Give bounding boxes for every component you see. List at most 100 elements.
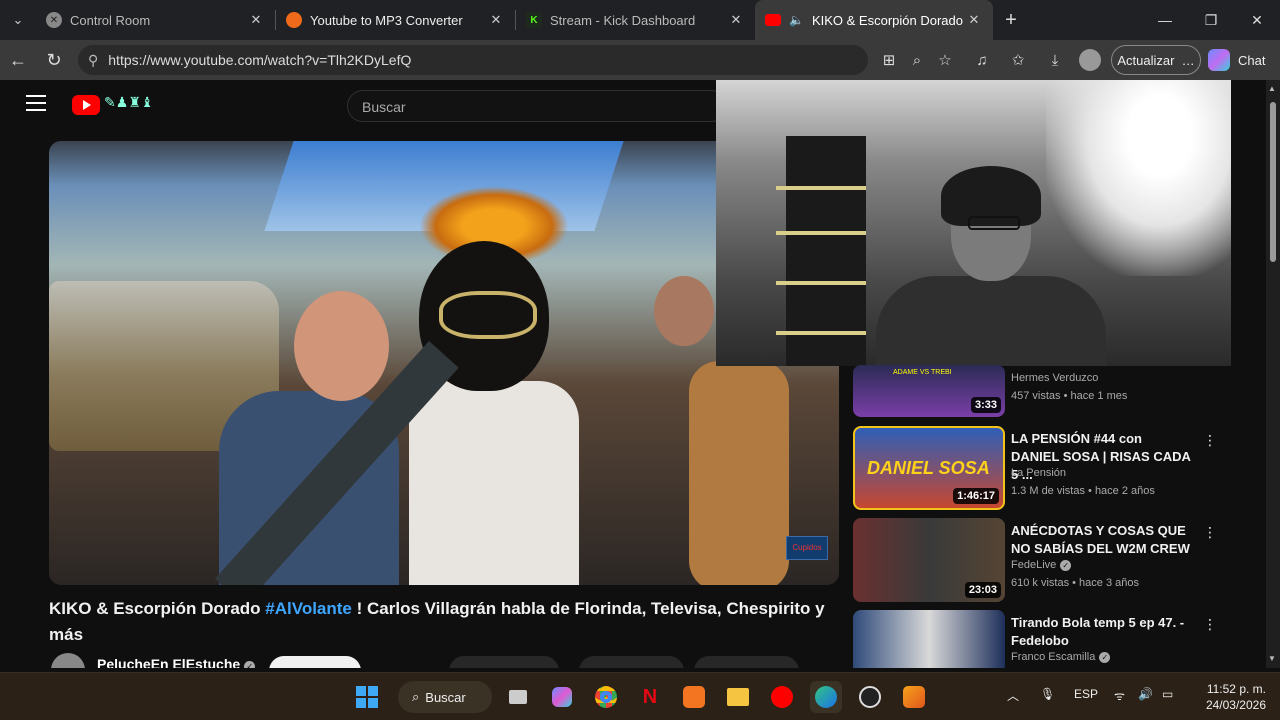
video-thumbnail[interactable]: ADAME VS TREBI 3:33 xyxy=(853,365,1005,417)
taskbar-search[interactable]: ⌕ Buscar xyxy=(398,681,492,713)
rec-channel[interactable]: FedeLive ✓ xyxy=(1011,559,1072,571)
edge-icon[interactable] xyxy=(810,681,842,713)
close-tab-icon[interactable]: ✕ xyxy=(247,12,265,28)
rec-meta: 457 vistas • hace 1 mes xyxy=(1011,390,1128,402)
copilot-app-icon[interactable] xyxy=(546,681,578,713)
extension-icon[interactable]: ♫ xyxy=(968,46,996,74)
search-icon: ⌕ xyxy=(412,689,420,704)
wrestler-shirt xyxy=(409,381,579,585)
wifi-icon[interactable]: ᯤ xyxy=(1114,687,1125,704)
obs-icon[interactable] xyxy=(854,681,886,713)
download-button[interactable] xyxy=(694,656,799,668)
new-tab-button[interactable]: + xyxy=(993,9,1029,32)
like-button[interactable] xyxy=(449,656,559,668)
site-info-icon[interactable]: ⚲ xyxy=(88,52,98,69)
more-options-icon[interactable]: ⋮ xyxy=(1203,616,1217,633)
update-button[interactable]: Actualizar … xyxy=(1111,45,1201,75)
rec-channel[interactable]: La Pensión xyxy=(1011,467,1066,479)
address-bar[interactable]: ⚲ https://www.youtube.com/watch?v=Tlh2KD… xyxy=(78,45,868,75)
duration-badge: 1:46:17 xyxy=(953,488,999,504)
scrollbar-thumb[interactable] xyxy=(1270,102,1276,262)
channel-name[interactable]: PelucheEn ElEstuche ✓ xyxy=(97,656,256,668)
kick-icon: K xyxy=(526,12,542,28)
rec-channel[interactable]: Franco Escamilla ✓ xyxy=(1011,651,1111,663)
recommendation-item[interactable]: Tirando Bola temp 5 ep 47. - Fedelobo Fr… xyxy=(853,610,1218,668)
thumbnail-text: ADAME VS TREBI xyxy=(893,369,952,376)
tray-overflow-icon[interactable]: ︿ xyxy=(1007,687,1019,704)
start-icon[interactable] xyxy=(351,681,383,713)
rec-title[interactable]: Tirando Bola temp 5 ep 47. - Fedelobo xyxy=(1011,614,1193,650)
title-text: KIKO & Escorpión Dorado xyxy=(49,599,266,618)
close-tab-icon[interactable]: ✕ xyxy=(965,12,983,28)
speaker-icon[interactable]: 🔈 xyxy=(789,13,804,27)
chrome-icon[interactable] xyxy=(590,681,622,713)
zoom-icon[interactable]: ⌕ xyxy=(903,46,931,74)
profile-avatar[interactable] xyxy=(1076,46,1104,74)
channel-row: PelucheEn ElEstuche ✓ xyxy=(49,653,839,668)
youtube-logo[interactable] xyxy=(72,95,100,115)
close-tab-icon[interactable]: ✕ xyxy=(487,12,505,28)
menu-icon[interactable] xyxy=(26,95,46,111)
tab-actions-menu[interactable]: ⌄ xyxy=(0,0,36,40)
streamer-body xyxy=(876,276,1106,366)
fl-studio-icon[interactable] xyxy=(898,681,930,713)
file-explorer-icon[interactable] xyxy=(722,681,754,713)
minimize-icon[interactable]: — xyxy=(1142,0,1188,40)
microphone-icon[interactable]: 🎙 xyxy=(1040,687,1055,701)
language-indicator[interactable]: ESP xyxy=(1074,687,1098,701)
volume-icon[interactable]: 🔊 xyxy=(1138,687,1153,701)
crunchyroll-icon[interactable] xyxy=(678,681,710,713)
rec-channel[interactable]: Hermes Verduzco xyxy=(1011,372,1098,384)
tab-youtube-mp3[interactable]: Youtube to MP3 Converter ✕ xyxy=(276,0,515,40)
recommendation-item[interactable]: ADAME VS TREBI 3:33 Hermes Verduzco 457 … xyxy=(853,365,1218,417)
favorites-icon[interactable]: ✩ xyxy=(1004,46,1032,74)
scroll-down-icon[interactable]: ▼ xyxy=(1268,654,1276,663)
tab-youtube-video[interactable]: 🔈 KIKO & Escorpión Dorado #Al ✕ xyxy=(755,0,993,40)
tab-control-room[interactable]: ✕ Control Room ✕ xyxy=(36,0,275,40)
battery-icon[interactable]: ▭ xyxy=(1162,687,1173,701)
netflix-icon[interactable]: N xyxy=(634,681,666,713)
youtube-music-icon[interactable] xyxy=(766,681,798,713)
shelf-line xyxy=(776,186,866,190)
person-head xyxy=(294,291,389,401)
youtube-icon xyxy=(765,14,781,26)
shelf-line xyxy=(776,281,866,285)
shelf-line xyxy=(776,231,866,235)
rec-title[interactable]: ANÉCDOTAS Y COSAS QUE NO SABÍAS DEL W2M … xyxy=(1011,522,1193,558)
tab-kick-dashboard[interactable]: K Stream - Kick Dashboard ✕ xyxy=(516,0,755,40)
favorite-star-icon[interactable]: ☆ xyxy=(931,46,959,74)
channel-watermark[interactable]: Cupidos xyxy=(786,536,828,560)
shelf-line xyxy=(776,331,866,335)
hashtag-link[interactable]: #AlVolante xyxy=(265,599,352,618)
youtube-doodle-icon[interactable]: ✎♟♜♝ xyxy=(104,94,153,111)
converter-icon xyxy=(286,12,302,28)
windows-taskbar: ⌕ Buscar N ︿ 🎙 ESP ᯤ 🔊 ▭ 11:52 p. m. 24/0… xyxy=(0,672,1280,720)
search-input[interactable]: Buscar xyxy=(347,90,727,122)
refresh-icon[interactable]: ↻ xyxy=(36,50,72,71)
video-thumbnail[interactable] xyxy=(853,610,1005,668)
scroll-up-icon[interactable]: ▲ xyxy=(1268,84,1276,93)
copilot-chat-button[interactable]: Chat xyxy=(1208,45,1274,75)
recommendation-item[interactable]: DANIEL SOSA 1:46:17 LA PENSIÓN #44 con D… xyxy=(853,426,1218,512)
channel-avatar[interactable] xyxy=(51,653,85,668)
restore-icon[interactable]: ❐ xyxy=(1188,0,1234,40)
video-thumbnail[interactable]: DANIEL SOSA 1:46:17 xyxy=(853,426,1005,510)
more-options-icon[interactable]: ⋮ xyxy=(1203,524,1217,541)
task-view-icon[interactable] xyxy=(502,681,534,713)
downloads-icon[interactable]: ⤓ xyxy=(1041,46,1069,74)
video-thumbnail[interactable]: 23:03 xyxy=(853,518,1005,602)
app-available-icon[interactable]: ⊞ xyxy=(875,46,903,74)
subscribe-button[interactable] xyxy=(269,656,361,668)
back-icon[interactable]: ← xyxy=(0,50,36,71)
close-tab-icon[interactable]: ✕ xyxy=(727,12,745,28)
close-window-icon[interactable]: ✕ xyxy=(1234,0,1280,40)
system-clock[interactable]: 11:52 p. m. 24/03/2026 xyxy=(1196,681,1266,713)
thumbnail-text: DANIEL SOSA xyxy=(867,458,990,478)
browser-tab-bar: ⌄ ✕ Control Room ✕ Youtube to MP3 Conver… xyxy=(0,0,1280,40)
verified-icon: ✓ xyxy=(1099,652,1111,663)
more-options-icon[interactable]: ⋮ xyxy=(1203,432,1217,449)
share-button[interactable] xyxy=(579,656,684,668)
globe-icon: ✕ xyxy=(46,12,62,28)
recommendation-item[interactable]: 23:03 ANÉCDOTAS Y COSAS QUE NO SABÍAS DE… xyxy=(853,518,1218,604)
page-scrollbar[interactable]: ▲ ▼ xyxy=(1266,80,1280,668)
